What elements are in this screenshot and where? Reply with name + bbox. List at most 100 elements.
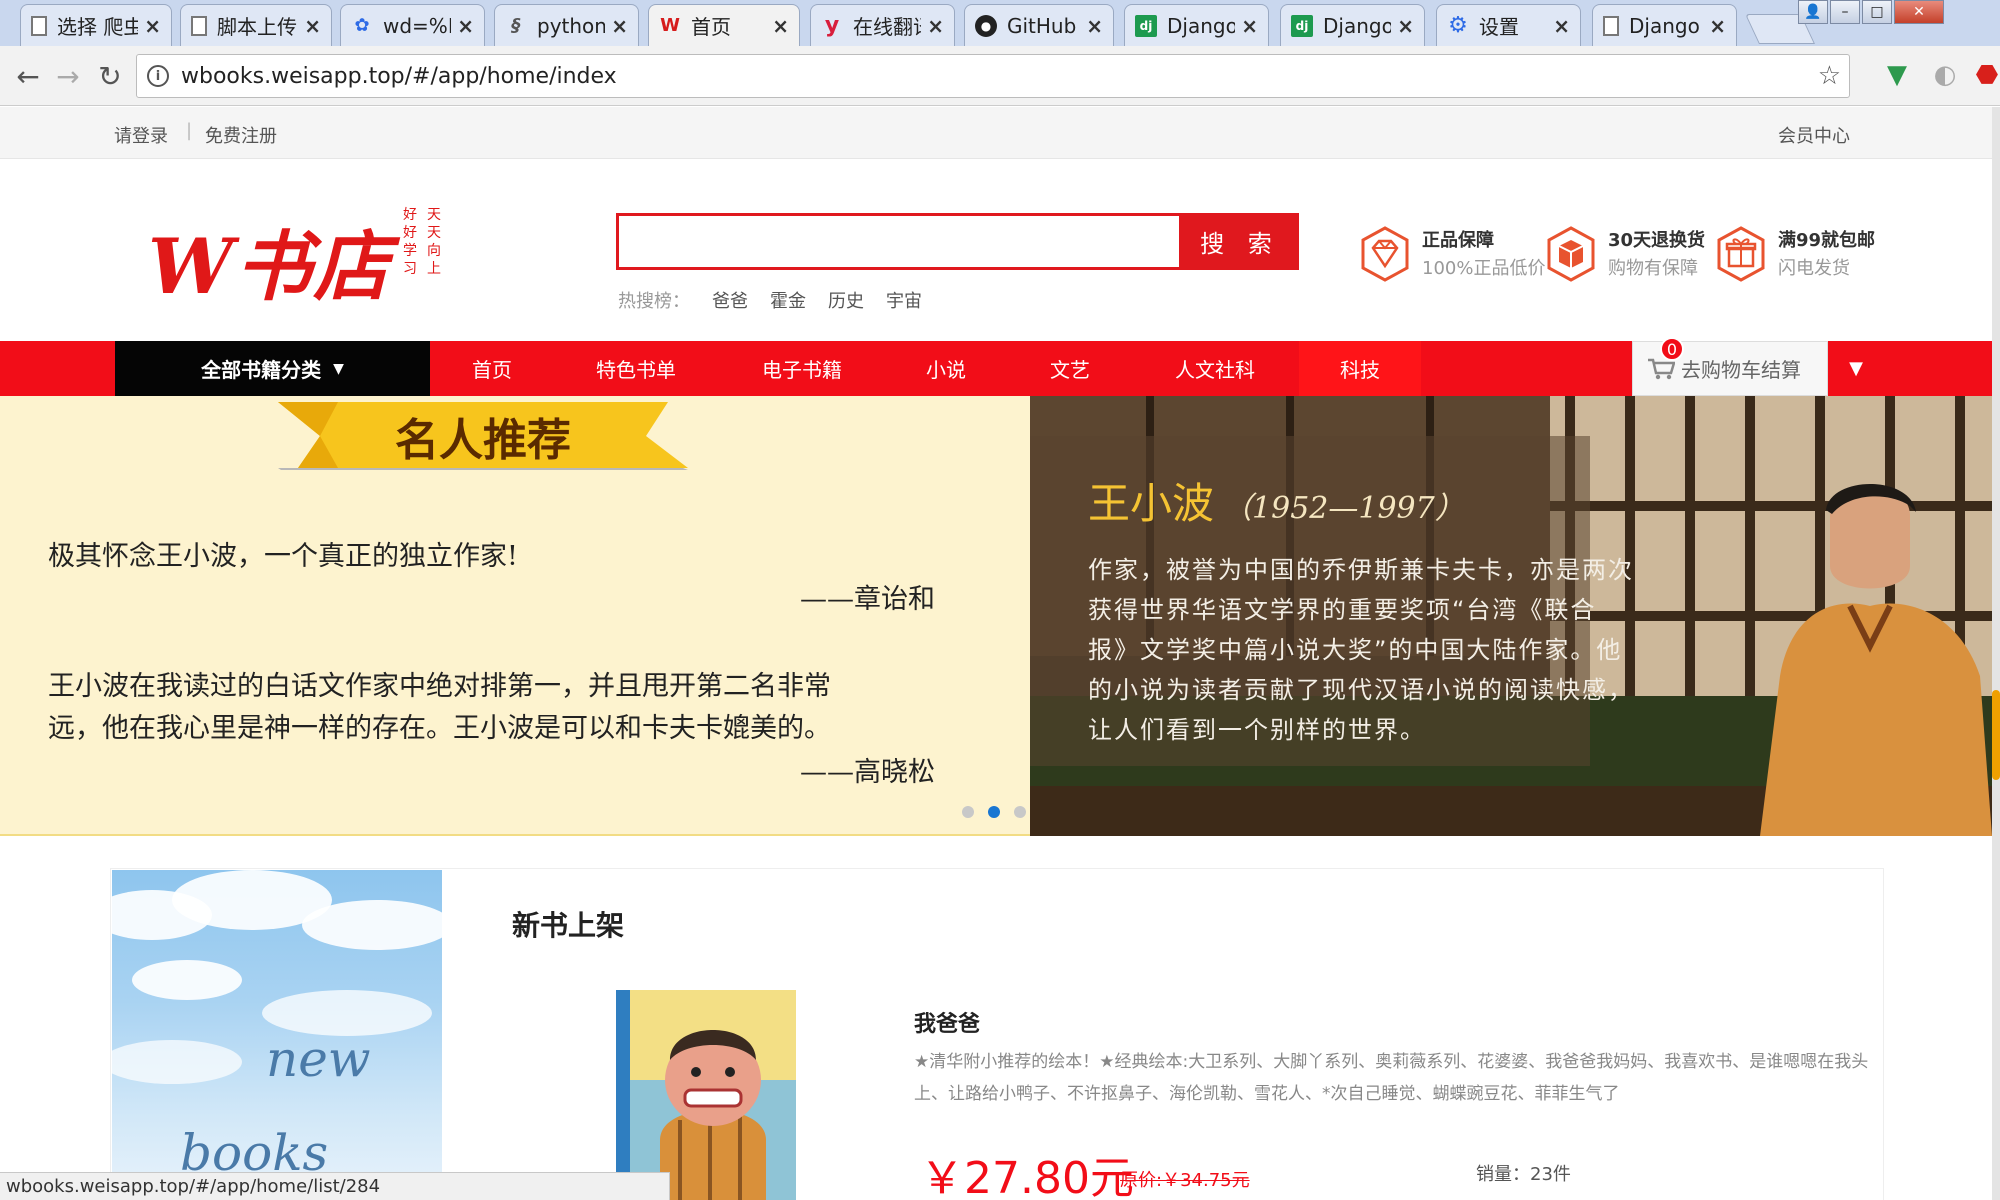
close-icon[interactable]: × [304, 14, 321, 38]
back-arrow-icon[interactable]: ← [10, 58, 46, 94]
hot-search-word[interactable]: 历史 [828, 287, 864, 313]
close-icon[interactable]: × [1086, 14, 1103, 38]
close-icon[interactable]: × [1241, 14, 1258, 38]
browser-tab[interactable]: ● GitHub × [964, 4, 1114, 46]
book-cover-illustration [630, 990, 796, 1200]
author-bio-line: 作家，被誉为中国的乔伊斯兼卡夫卡，亦是两次 [1088, 556, 1634, 584]
browser-tab-active[interactable]: W 首页 × [648, 4, 800, 46]
cloud-shape [132, 960, 242, 1000]
maximize-icon[interactable]: □ [1862, 0, 1892, 24]
author-bio: 作家，被誉为中国的乔伊斯兼卡夫卡，亦是两次 获得世界华语文学界的重要奖项“台湾《… [1088, 550, 1668, 750]
author-bio-line: 报》文学奖中篇小说大奖”的中国大陆作家。他 [1088, 636, 1623, 664]
django-icon: dj [1291, 14, 1313, 37]
nav-item-novel[interactable]: 小说 [900, 341, 992, 396]
browser-tab[interactable]: y 在线翻译 × [810, 4, 955, 46]
search-input[interactable] [616, 213, 1182, 270]
close-icon[interactable]: × [1397, 14, 1414, 38]
url-text: wbooks.weisapp.top/#/app/home/index [181, 63, 617, 89]
browser-tab[interactable]: 脚本上传 × [180, 4, 332, 46]
browser-tab[interactable]: dj Django × [1280, 4, 1425, 46]
browser-tab-strip: 选择 爬虫 × 脚本上传 × ✿ wd=%E × § python × W 首页… [0, 0, 2000, 46]
browser-tab[interactable]: 选择 爬虫 × [20, 4, 172, 46]
page-scrollbar-thumb[interactable] [1992, 690, 2000, 780]
close-icon[interactable]: × [144, 14, 161, 38]
side-banner-word: new [266, 1030, 371, 1088]
carousel-dot-active[interactable] [988, 806, 1000, 818]
close-icon[interactable]: × [927, 14, 944, 38]
browser-toolbar: ← → ↻ i wbooks.weisapp.top/#/app/home/in… [0, 46, 2000, 106]
promo-subtitle: 100%正品低价 [1422, 258, 1546, 279]
nav-item-arts[interactable]: 文艺 [1024, 341, 1116, 396]
hot-search-word[interactable]: 爸爸 [712, 287, 748, 313]
tab-title: 脚本上传 [217, 15, 297, 39]
carousel-dot[interactable] [962, 806, 974, 818]
tab-title: Django [1167, 13, 1236, 38]
cart-dropdown-icon[interactable]: ▼ [1828, 341, 1884, 396]
address-bar[interactable]: i wbooks.weisapp.top/#/app/home/index ☆ [136, 54, 1850, 98]
author-name: 王小波 （1952—1997） [1088, 470, 1465, 531]
carousel-dot[interactable] [1014, 806, 1026, 818]
tab-title: Django [1629, 13, 1700, 38]
quote-attribution: ——高晓松 [800, 757, 935, 788]
close-window-icon[interactable]: ✕ [1894, 0, 1944, 24]
browser-tab[interactable]: dj Django × [1124, 4, 1269, 46]
nav-item-ebooks[interactable]: 电子书籍 [736, 341, 868, 396]
author-bio-line: 获得世界华语文学界的重要奖项“台湾《联合 [1088, 596, 1597, 624]
promo-subtitle: 闪电发货 [1778, 258, 1850, 279]
baidu-paw-icon: ✿ [354, 15, 370, 36]
gift-icon [1717, 226, 1765, 282]
nav-item-home[interactable]: 首页 [430, 341, 554, 396]
tab-title: 首页 [691, 15, 731, 39]
info-icon[interactable]: i [147, 65, 169, 87]
window-controls: 👤 – □ ✕ [1796, 0, 1944, 24]
github-icon: ● [975, 14, 997, 37]
author-photo-figure [1760, 484, 1992, 836]
extension-icon[interactable]: ◐ [1930, 60, 1960, 90]
register-link[interactable]: 免费注册 [205, 122, 277, 148]
hot-search-label: 热搜榜： [618, 291, 690, 312]
book-cover-image[interactable] [616, 990, 796, 1200]
book-title[interactable]: 我爸爸 [914, 1006, 980, 1038]
gear-icon: ⚙ [1448, 13, 1468, 38]
hot-search-word[interactable]: 霍金 [770, 287, 806, 313]
close-icon[interactable]: × [611, 14, 628, 38]
slogan-column: 好好学习 [403, 207, 417, 277]
document-icon [31, 15, 47, 36]
minimize-icon[interactable]: – [1830, 0, 1860, 24]
browser-tab[interactable]: ⚙ 设置 × [1436, 4, 1581, 46]
browser-tab[interactable]: ✿ wd=%E × [340, 4, 485, 46]
close-icon[interactable]: × [772, 14, 789, 38]
vue-devtools-icon[interactable]: ▼ [1882, 60, 1912, 90]
tab-title: 设置 [1479, 15, 1519, 39]
caret-down-icon: ▼ [333, 360, 344, 377]
adblock-icon[interactable]: ⬣ [1972, 60, 2000, 90]
nav-item-tech[interactable]: 科技 [1299, 341, 1421, 396]
reload-icon[interactable]: ↻ [92, 58, 128, 94]
all-categories-button[interactable]: 全部书籍分类 ▼ [115, 341, 430, 396]
page-scrollbar[interactable] [1992, 107, 2000, 1200]
promo-title: 满99就包邮 [1778, 230, 1876, 251]
document-icon [1603, 15, 1619, 36]
browser-tab[interactable]: § python × [494, 4, 639, 46]
browser-tab[interactable]: Django × [1592, 4, 1737, 46]
member-center-link[interactable]: 会员中心 [1778, 122, 1850, 148]
close-icon[interactable]: × [457, 14, 474, 38]
site-logo[interactable]: W书店 [148, 205, 391, 315]
search-button[interactable]: 搜 索 [1181, 213, 1299, 270]
nav-item-featured[interactable]: 特色书单 [570, 341, 702, 396]
close-icon[interactable]: × [1709, 14, 1726, 38]
nav-item-humanities[interactable]: 人文社科 [1150, 341, 1280, 396]
author-bio-line: 的小说为读者贡献了现代汉语小说的阅读快感， [1088, 676, 1634, 704]
cloud-shape [302, 900, 442, 950]
promo-subtitle: 购物有保障 [1608, 258, 1698, 279]
django-icon: dj [1135, 14, 1157, 37]
hot-search-word[interactable]: 宇宙 [886, 287, 922, 313]
login-link[interactable]: 请登录 [114, 122, 168, 148]
bookmark-star-icon[interactable]: ☆ [1818, 61, 1841, 91]
section-title: 新书上架 [512, 909, 625, 942]
close-icon[interactable]: × [1553, 14, 1570, 38]
document-icon [191, 15, 207, 36]
forward-arrow-icon[interactable]: → [50, 58, 86, 94]
tab-title: python [537, 13, 606, 38]
user-icon[interactable]: 👤 [1798, 0, 1828, 24]
